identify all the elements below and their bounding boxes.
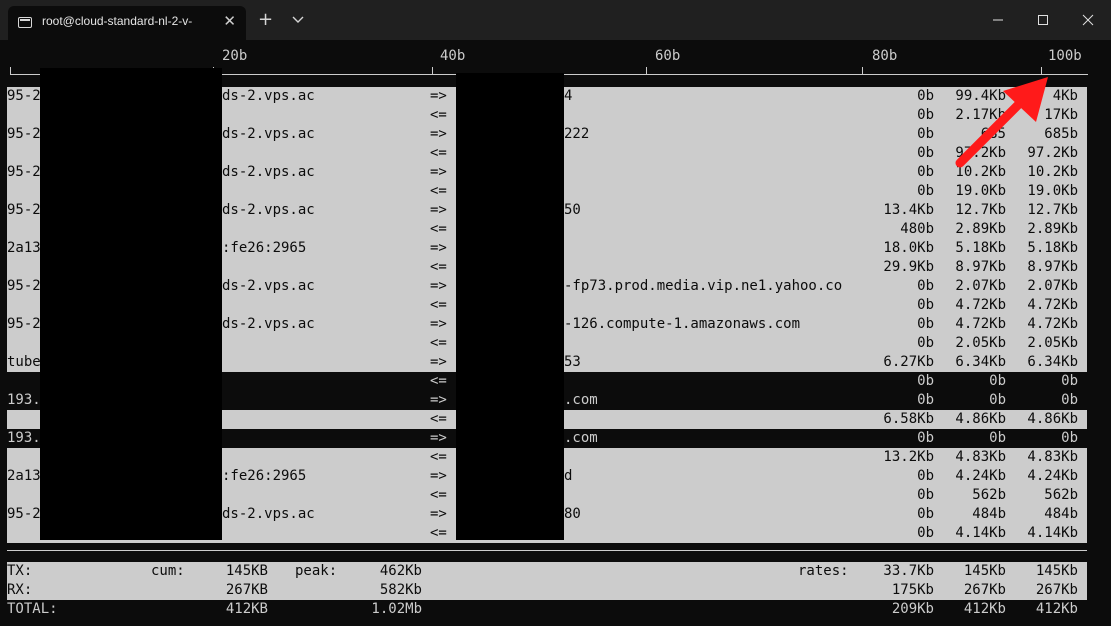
- tab-title: root@cloud-standard-nl-2-v-: [42, 14, 193, 28]
- new-tab-button[interactable]: +: [258, 10, 273, 30]
- annotation-arrow-icon: [955, 77, 1048, 168]
- minimize-icon[interactable]: [985, 7, 1011, 33]
- terminal-icon: [18, 17, 32, 28]
- terminal-area[interactable]: 20b 40b 60b 80b 100b 95-2 ds-2.vps.ac => 4 0b 99.…: [0, 40, 1111, 626]
- chevron-down-icon[interactable]: [291, 12, 305, 26]
- close-tab-icon[interactable]: ✕: [223, 12, 236, 30]
- terminal-tab[interactable]: root@cloud-standard-nl-2-v- ✕: [8, 6, 246, 40]
- close-window-icon[interactable]: [1075, 7, 1101, 33]
- maximize-icon[interactable]: [1030, 7, 1056, 33]
- title-bar: root@cloud-standard-nl-2-v- ✕ +: [0, 0, 1111, 40]
